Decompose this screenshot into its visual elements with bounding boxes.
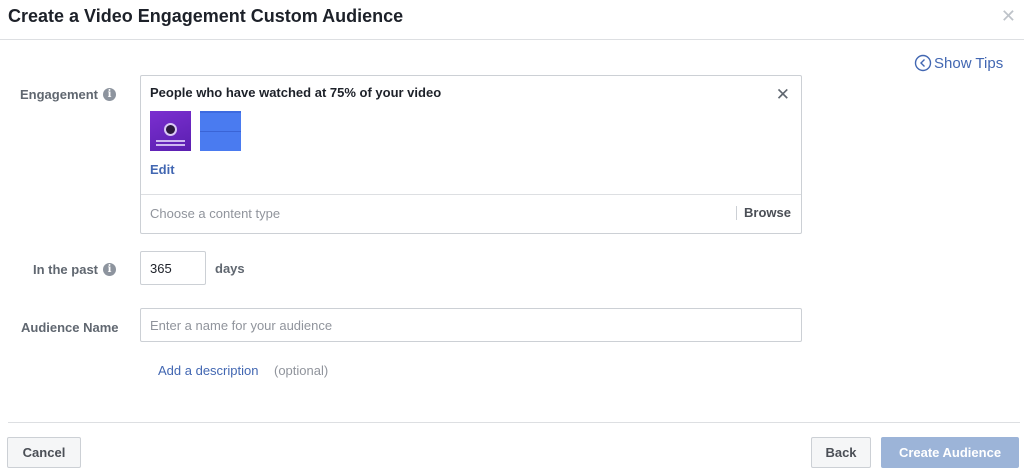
show-tips-link[interactable]: Show Tips [914, 54, 1003, 72]
engagement-selected-title: People who have watched at 75% of your v… [150, 85, 442, 100]
days-input[interactable] [140, 251, 206, 285]
cancel-button[interactable]: Cancel [7, 437, 81, 468]
info-icon[interactable]: i [103, 263, 117, 276]
engagement-label: Engagement i [20, 87, 117, 102]
engagement-selector: People who have watched at 75% of your v… [140, 75, 802, 234]
video-thumbnail[interactable] [150, 111, 191, 151]
close-icon[interactable]: ✕ [1001, 6, 1016, 26]
back-button[interactable]: Back [811, 437, 871, 468]
create-audience-button[interactable]: Create Audience [881, 437, 1019, 468]
days-unit: days [215, 261, 245, 276]
add-description-link[interactable]: Add a description [158, 363, 258, 378]
audience-name-input[interactable] [140, 308, 802, 342]
audience-name-label: Audience Name [21, 320, 119, 335]
browse-separator [736, 206, 737, 220]
footer-divider [8, 422, 1020, 423]
remove-engagement-icon[interactable]: ✕ [776, 86, 790, 103]
optional-note: (optional) [274, 363, 329, 378]
edit-link[interactable]: Edit [150, 162, 175, 177]
in-the-past-label: In the past i [33, 262, 117, 277]
video-thumbnail[interactable] [200, 111, 241, 151]
chevron-left-circle-icon [914, 54, 932, 72]
engagement-divider [141, 194, 801, 195]
header-divider [0, 39, 1024, 40]
dialog-title: Create a Video Engagement Custom Audienc… [8, 6, 404, 26]
show-tips-label: Show Tips [934, 54, 1004, 72]
info-icon[interactable]: i [103, 88, 117, 101]
content-type-input[interactable]: Choose a content type [150, 206, 280, 221]
browse-button[interactable]: Browse [744, 205, 791, 220]
